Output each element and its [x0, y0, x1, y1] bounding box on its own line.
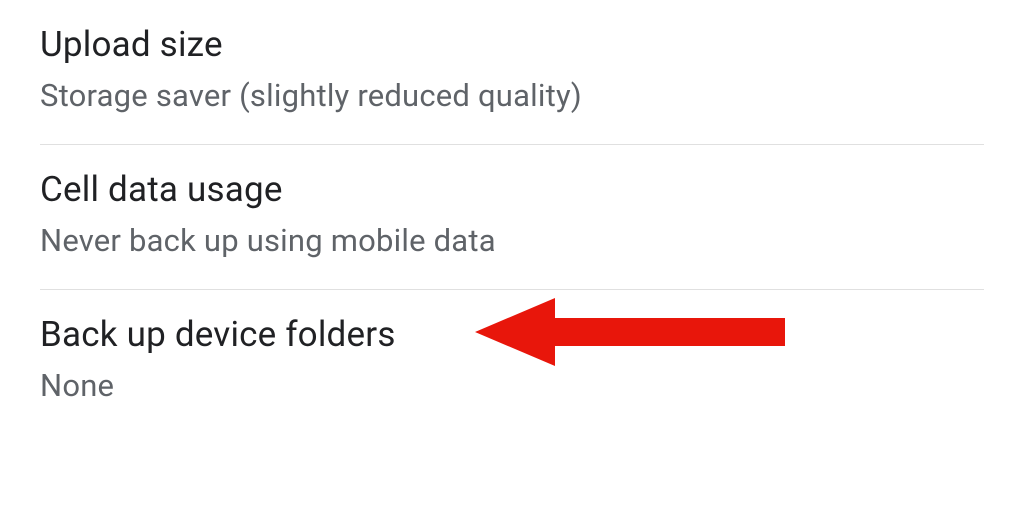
item-title: Back up device folders [40, 314, 984, 355]
item-title: Cell data usage [40, 169, 984, 210]
settings-item-backup-folders[interactable]: Back up device folders None [40, 290, 984, 434]
item-subtitle: Never back up using mobile data [40, 222, 984, 259]
settings-list: Upload size Storage saver (slightly redu… [0, 0, 1024, 434]
settings-item-cell-data-usage[interactable]: Cell data usage Never back up using mobi… [40, 145, 984, 290]
item-title: Upload size [40, 24, 984, 65]
settings-item-upload-size[interactable]: Upload size Storage saver (slightly redu… [40, 0, 984, 145]
item-subtitle: None [40, 367, 984, 404]
item-subtitle: Storage saver (slightly reduced quality) [40, 77, 984, 114]
